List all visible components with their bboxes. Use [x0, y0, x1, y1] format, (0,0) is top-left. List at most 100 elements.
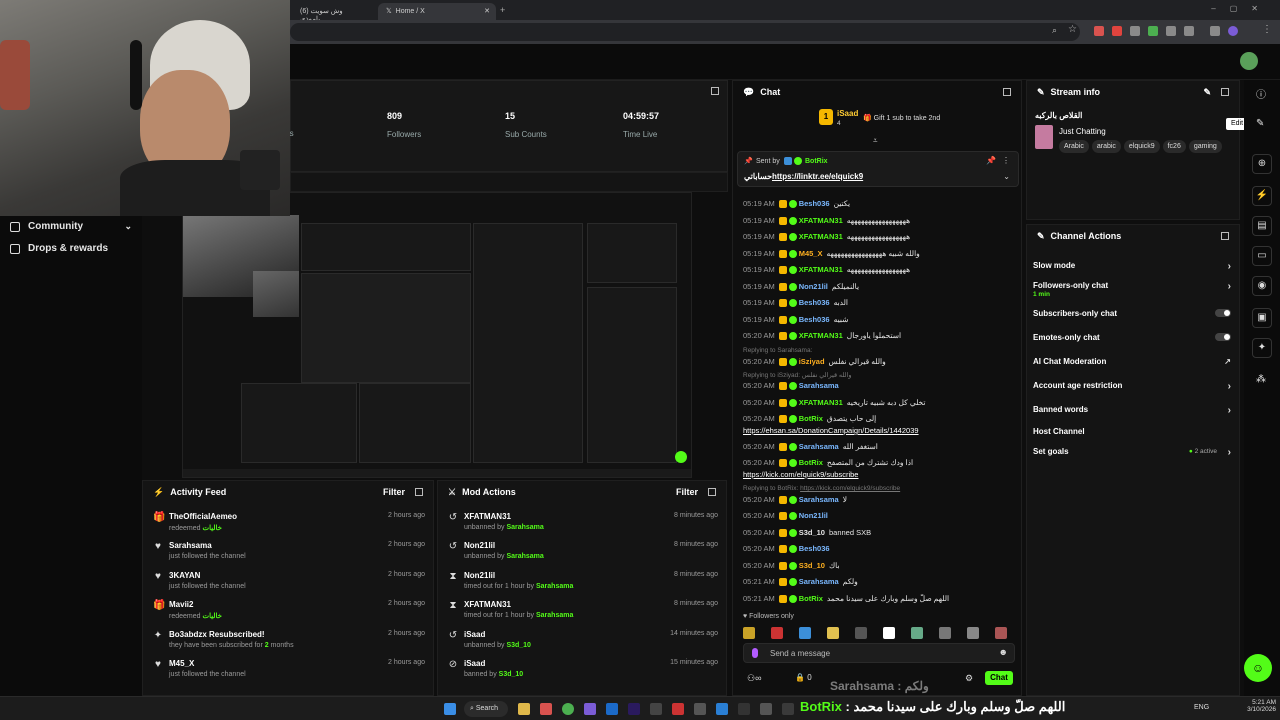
chat-username[interactable]: Sarahsama	[799, 442, 839, 451]
chat-username[interactable]: BotRix	[799, 414, 823, 423]
printer-icon[interactable]: ▣	[1252, 308, 1272, 328]
stream-preview[interactable]	[182, 192, 692, 478]
steam-icon[interactable]	[606, 703, 618, 715]
feed-row[interactable]: ⧗ Non21lil timed out for 1 hour by Sarahsa…	[438, 568, 726, 597]
lightning-icon[interactable]: ⚡	[1252, 186, 1272, 206]
chat-message[interactable]: 05:19 AM Besh036 يكتين	[743, 199, 1013, 209]
emote-icon[interactable]	[883, 627, 895, 639]
chat-username[interactable]: Sarahsama	[799, 381, 839, 390]
channel-action-item[interactable]: Emotes-only chat	[1033, 333, 1231, 342]
chrome-icon[interactable]	[562, 703, 574, 715]
extension-icon[interactable]	[1148, 26, 1158, 36]
channel-action-item[interactable]: Followers-only chat 1 min ›	[1033, 281, 1231, 298]
chat-message[interactable]: 05:20 AM Non21lil	[743, 511, 1013, 521]
expand-icon[interactable]	[1003, 88, 1011, 96]
filter-button[interactable]: Filter	[383, 487, 405, 497]
chat-username[interactable]: XFATMAN31	[799, 265, 843, 274]
bookmark-star-icon[interactable]: ☆	[1068, 24, 1077, 35]
profile-icon[interactable]	[1228, 26, 1238, 36]
language-indicator[interactable]: ENG	[1194, 704, 1209, 711]
download-icon[interactable]	[1210, 26, 1220, 36]
feed-row[interactable]: ↺ XFATMAN31 unbanned by Sarahsama 8 minute…	[438, 509, 726, 538]
emote-icon[interactable]	[995, 627, 1007, 639]
chat-message[interactable]: 05:19 AM Besh036 الدبه	[743, 298, 1013, 308]
channel-action-item[interactable]: AI Chat Moderation ↗	[1033, 357, 1231, 366]
browser-tab[interactable]: (6) وش سويت ياموذي	[292, 3, 372, 23]
chat-message[interactable]: 05:19 AM XFATMAN31 هههههههههههههههههه	[743, 216, 1013, 226]
info-icon[interactable]: ⓘ	[1256, 86, 1266, 101]
app-icon[interactable]	[540, 703, 552, 715]
more-icon[interactable]: ⁂	[1256, 374, 1266, 385]
expand-icon[interactable]	[1221, 88, 1229, 96]
channel-action-item[interactable]: Account age restriction ›	[1033, 381, 1231, 392]
chat-username[interactable]: BotRix	[799, 594, 823, 603]
chat-message[interactable]: 05:19 AM XFATMAN31 هههههههههههههههههه	[743, 265, 1013, 275]
chat-message[interactable]: 05:19 AM XFATMAN31 هههههههههههههههههه	[743, 232, 1013, 242]
chat-username[interactable]: Sarahsama	[799, 577, 839, 586]
app-icon[interactable]	[760, 703, 772, 715]
new-tab-button[interactable]: +	[500, 5, 505, 15]
chat-username[interactable]: S3d_10	[799, 561, 825, 570]
chat-message[interactable]: 05:19 AM M45_X والله شبيه هههههههههههههههه…	[743, 249, 1013, 259]
points-icon[interactable]: ⚇∞	[747, 673, 761, 684]
toggle-switch[interactable]	[1215, 309, 1231, 317]
chat-message[interactable]: 05:20 AM Besh036	[743, 544, 1013, 554]
channel-action-item[interactable]: Host Channel	[1033, 427, 1231, 436]
feed-row[interactable]: ⊘ iSaad banned by S3d_10 15 minutes ago	[438, 656, 726, 685]
app-icon[interactable]	[650, 703, 662, 715]
app-icon[interactable]	[672, 703, 684, 715]
chat-username[interactable]: Besh036	[799, 315, 830, 324]
chat-username[interactable]: XFATMAN31	[799, 232, 843, 241]
chat-message[interactable]: 05:20 AM Sarahsama استغفر الله	[743, 442, 1013, 452]
chat-message[interactable]: 05:20 AM Sarahsama لا	[743, 495, 1013, 505]
chat-link[interactable]: https://kick.com/elquick9/subscribe	[743, 470, 1013, 479]
chat-username[interactable]: Non21lil	[799, 282, 828, 291]
chat-message[interactable]: 05:20 AM XFATMAN31 استحملوا ياورجال	[743, 331, 1013, 341]
system-clock[interactable]: 5:21 AM 3/10/2026	[1244, 699, 1276, 713]
expand-icon[interactable]	[415, 488, 423, 496]
rail-shortcut-icon[interactable]: ⊕	[1252, 154, 1272, 174]
chat-username[interactable]: iSziyad	[799, 357, 825, 366]
pinned-message[interactable]: 📌 Sent by BotRix حساباتي https://linktr.…	[737, 151, 1019, 187]
chat-username[interactable]: Besh036	[799, 199, 830, 208]
chat-message[interactable]: 05:20 AM BotRix اذا ودك تشترك من المتصفح	[743, 458, 1013, 468]
sidebar-item-drops[interactable]: Drops & rewards	[10, 243, 108, 254]
chat-username[interactable]: M45_X	[799, 249, 823, 258]
channel-action-item[interactable]: Set goals ● 2 active ›	[1033, 447, 1231, 458]
pinned-link[interactable]: https://linktr.ee/elquick9	[772, 172, 863, 181]
wrench-icon[interactable]: ✦	[1252, 338, 1272, 358]
emote-bar[interactable]	[743, 625, 1015, 641]
kebab-menu-icon[interactable]: ⋮	[1262, 24, 1272, 35]
chat-username[interactable]: Sarahsama	[799, 495, 839, 504]
taskbar-search[interactable]: ⌕ Search	[464, 701, 508, 717]
emote-icon[interactable]	[967, 627, 979, 639]
vscode-icon[interactable]	[716, 703, 728, 715]
chat-username[interactable]: XFATMAN31	[799, 398, 843, 407]
emote-icon[interactable]	[743, 627, 755, 639]
expand-icon[interactable]	[1221, 232, 1229, 240]
chat-username[interactable]: XFATMAN31	[799, 216, 843, 225]
chat-bubble-icon[interactable]: ▭	[1252, 246, 1272, 266]
feed-row[interactable]: ⧗ XFATMAN31 timed out for 1 hour by Sarahs…	[438, 597, 726, 626]
edit-pencil-icon[interactable]: ✎	[1203, 87, 1211, 98]
feed-row[interactable]: 🎁 TheOfficialAemeo redeemed خاليات 2 hours…	[143, 509, 433, 538]
chevron-down-icon[interactable]: ⌄	[1003, 172, 1010, 181]
kebab-menu-icon[interactable]: ⋮	[1002, 156, 1010, 165]
chat-message[interactable]: 05:20 AM S3d_10 باك	[743, 561, 1013, 571]
feed-row[interactable]: ♥ Sarahsama just followed the channel 2 ho…	[143, 538, 433, 567]
puzzle-icon[interactable]	[1184, 26, 1194, 36]
extension-icon[interactable]	[1094, 26, 1104, 36]
windows-start-icon[interactable]	[444, 703, 456, 715]
chat-username[interactable]: Besh036	[799, 298, 830, 307]
chat-username[interactable]: Non21lil	[799, 511, 828, 520]
broadcast-icon[interactable]: ◉	[1252, 276, 1272, 296]
url-input[interactable]	[290, 23, 1080, 41]
send-message-input[interactable]: Send a message ☻	[743, 643, 1015, 663]
emote-icon[interactable]	[939, 627, 951, 639]
feed-row[interactable]: 🎁 Mavii2 redeemed خاليات 2 hours ago	[143, 597, 433, 626]
collapse-icon[interactable]: ⩡	[873, 136, 878, 146]
expand-icon[interactable]	[708, 488, 716, 496]
chat-message[interactable]: 05:20 AM S3d_10 banned SXB	[743, 528, 1013, 538]
app-icon[interactable]	[738, 703, 750, 715]
chat-message[interactable]: 05:19 AM Non21lil يالنميلكم	[743, 282, 1013, 292]
